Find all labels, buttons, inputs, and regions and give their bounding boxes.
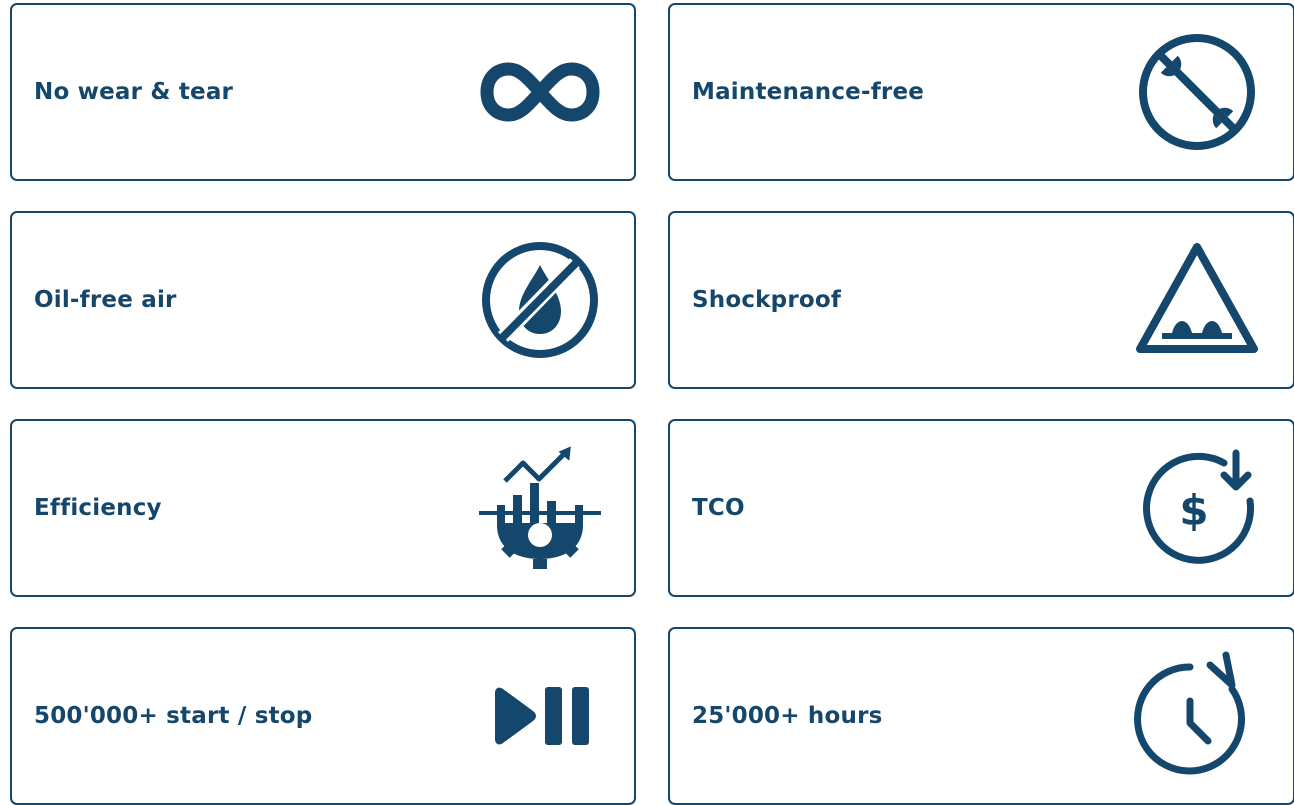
feature-card-hours: 25'000+ hours — [668, 627, 1294, 805]
feature-card-no-wear: No wear & tear — [10, 3, 636, 181]
feature-label: Maintenance-free — [692, 79, 925, 105]
no-maintenance-icon — [1132, 27, 1262, 157]
clock-refresh-icon — [1132, 651, 1262, 781]
play-pause-icon — [475, 651, 605, 781]
feature-card-shockproof: Shockproof — [668, 211, 1294, 389]
road-bump-warning-icon — [1132, 235, 1262, 365]
infinity-icon — [475, 27, 605, 157]
cost-reduction-icon: $ — [1132, 443, 1262, 573]
feature-label: TCO — [692, 495, 745, 521]
feature-label: No wear & tear — [34, 79, 234, 105]
feature-grid: No wear & tear Maintenance-free Oil-free… — [10, 3, 1294, 805]
efficiency-gear-chart-icon — [475, 443, 605, 573]
feature-card-oil-free: Oil-free air — [10, 211, 636, 389]
feature-label: 500'000+ start / stop — [34, 703, 313, 729]
feature-card-efficiency: Efficiency — [10, 419, 636, 597]
feature-card-tco: TCO $ — [668, 419, 1294, 597]
feature-label: Oil-free air — [34, 287, 177, 313]
feature-card-maintenance-free: Maintenance-free — [668, 3, 1294, 181]
svg-text:$: $ — [1179, 486, 1208, 535]
feature-label: 25'000+ hours — [692, 703, 883, 729]
no-oil-drop-icon — [475, 235, 605, 365]
feature-card-start-stop: 500'000+ start / stop — [10, 627, 636, 805]
feature-label: Efficiency — [34, 495, 162, 521]
feature-label: Shockproof — [692, 287, 842, 313]
